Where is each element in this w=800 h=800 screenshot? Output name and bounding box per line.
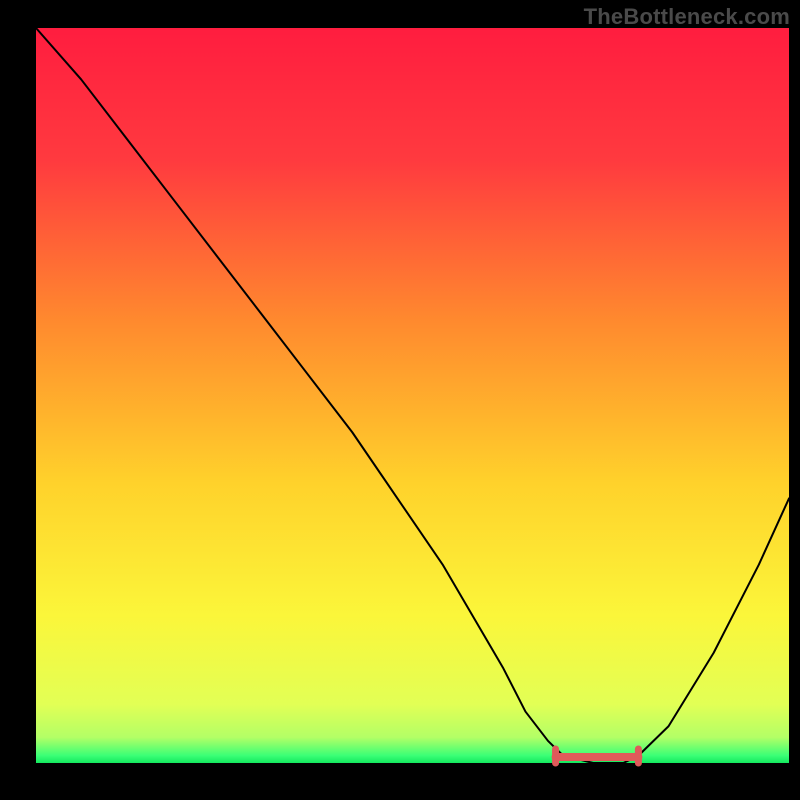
chart-container: TheBottleneck.com <box>0 0 800 800</box>
bottleneck-chart <box>0 0 800 800</box>
plot-area <box>36 28 789 763</box>
watermark-text: TheBottleneck.com <box>584 4 790 30</box>
